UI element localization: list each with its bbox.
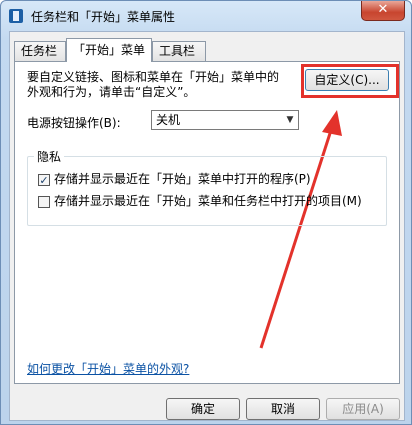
tab-taskbar[interactable]: 任务栏: [14, 41, 66, 61]
window-title: 任务栏和「开始」菜单属性: [31, 10, 176, 24]
customize-description-line1: 要自定义链接、图标和菜单在「开始」菜单中的: [27, 70, 280, 84]
annotation-highlight-box: [301, 64, 399, 98]
power-button-label: 电源按钮操作(B):: [27, 116, 121, 130]
customize-description-line2: 外观和行为，请单击“自定义”。: [27, 85, 196, 99]
tab-toolbars[interactable]: 工具栏: [152, 41, 206, 61]
cancel-button[interactable]: 取消: [246, 398, 320, 420]
dialog-client: 任务栏 「开始」菜单 工具栏 要自定义链接、图标和菜单在「开始」菜单中的 外观和…: [9, 31, 405, 421]
apply-button[interactable]: 应用(A): [326, 398, 400, 420]
annotation-arrow-head: [322, 110, 342, 136]
privacy-group: 隐私 ✓ 存储并显示最近在「开始」菜单中打开的程序(P) 存储并显示最近在「开始」…: [27, 148, 387, 226]
customize-description: 要自定义链接、图标和菜单在「开始」菜单中的 外观和行为，请单击“自定义”。: [27, 70, 291, 100]
title-bar[interactable]: 任务栏和「开始」菜单属性 ✕: [1, 1, 411, 31]
close-button[interactable]: ✕: [361, 1, 405, 21]
checkbox-unchecked-icon[interactable]: [38, 195, 50, 208]
privacy-item-label: 存储并显示最近在「开始」菜单和任务栏中打开的项目(M): [54, 194, 362, 208]
ok-button[interactable]: 确定: [166, 398, 240, 420]
start-menu-panel: 要自定义链接、图标和菜单在「开始」菜单中的 外观和行为，请单击“自定义”。 自定…: [14, 61, 400, 384]
privacy-item-label: 存储并显示最近在「开始」菜单中打开的程序(P): [54, 172, 311, 186]
power-button-value: 关机: [156, 113, 181, 127]
close-icon: ✕: [377, 2, 389, 17]
checkbox-checked-icon[interactable]: ✓: [38, 173, 50, 186]
taskbar-app-icon: [9, 9, 23, 23]
help-link[interactable]: 如何更改「开始」菜单的外观?: [27, 360, 189, 377]
privacy-item-recent-programs[interactable]: ✓ 存储并显示最近在「开始」菜单中打开的程序(P): [38, 172, 311, 188]
power-button-select[interactable]: 关机 ▼: [151, 110, 299, 130]
chevron-down-icon: ▼: [286, 115, 294, 125]
privacy-group-title: 隐私: [34, 148, 65, 165]
tab-start-menu[interactable]: 「开始」菜单: [66, 38, 152, 62]
privacy-item-recent-items[interactable]: 存储并显示最近在「开始」菜单和任务栏中打开的项目(M): [38, 194, 362, 210]
properties-window: 任务栏和「开始」菜单属性 ✕ 任务栏 「开始」菜单 工具栏 要自定义链接、图标和…: [0, 0, 412, 425]
